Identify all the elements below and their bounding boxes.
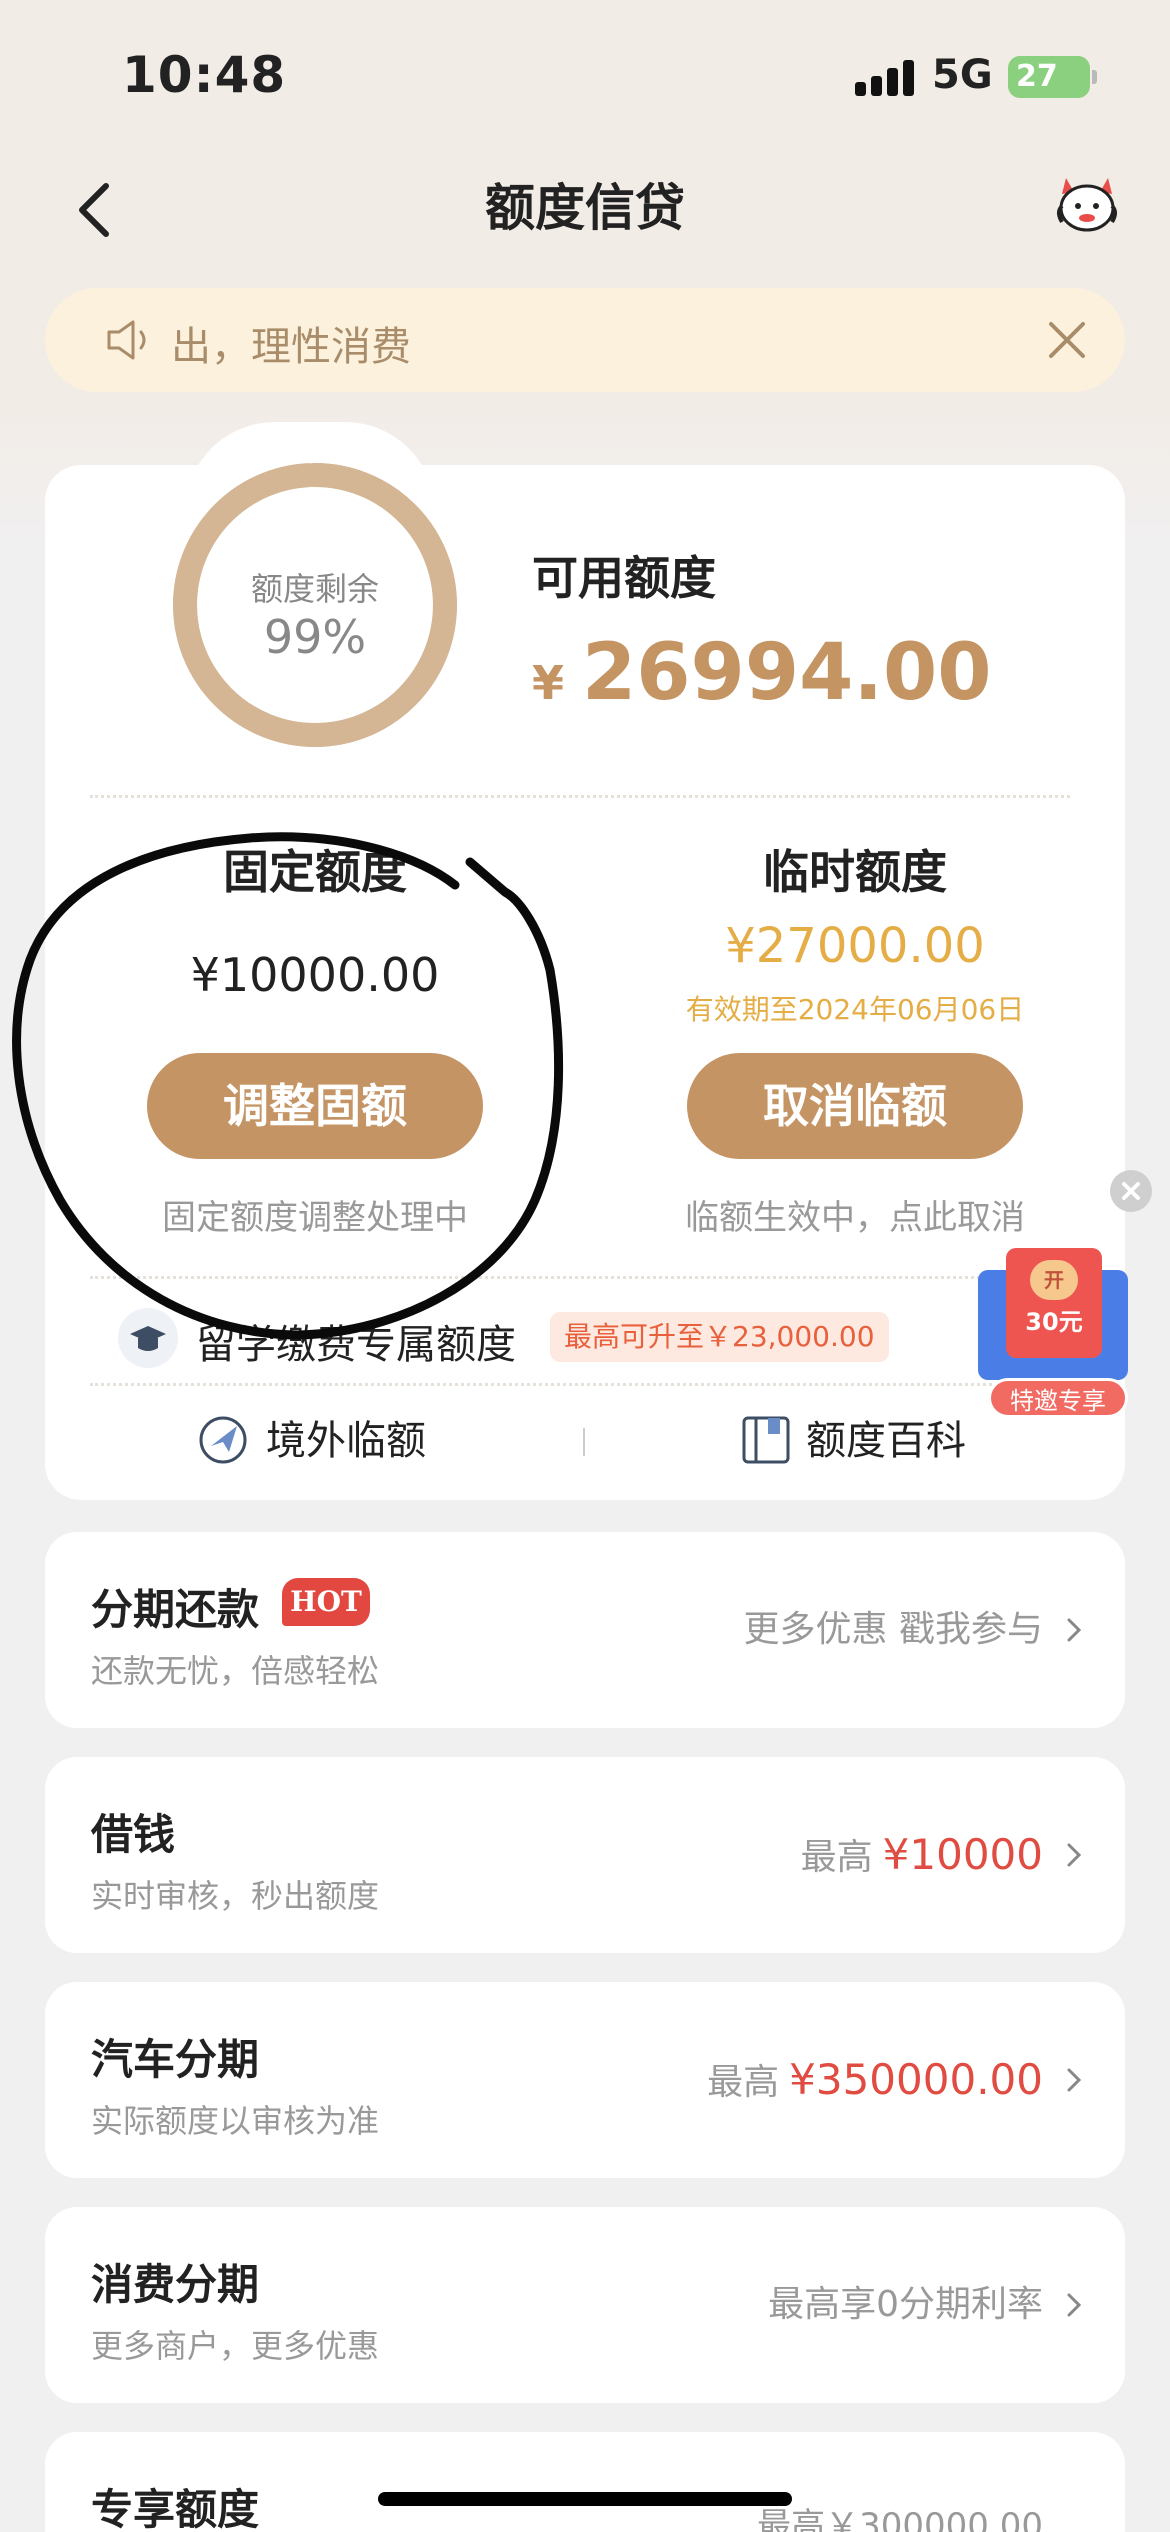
network-label: 5G bbox=[932, 52, 993, 98]
list-item-right-text: 最高 ¥10000 bbox=[801, 1757, 1043, 1953]
list-item-car-installment[interactable]: 汽车分期 实际额度以审核为准 最高 ¥350000.00 bbox=[45, 1982, 1125, 2178]
divider bbox=[90, 1383, 1070, 1386]
list-item-right-text: 最高 ¥350000.00 bbox=[707, 1982, 1043, 2178]
credit-wiki-link[interactable]: 额度百科 bbox=[806, 1408, 966, 1466]
list-item-right-text: 最高￥300000.00 bbox=[757, 2486, 1043, 2532]
divider bbox=[583, 1428, 585, 1456]
list-item-right-text: 更多优惠 戳我参与 bbox=[744, 1532, 1043, 1728]
list-item-exclusive-limit[interactable]: 专享额度 最高￥300000.00 bbox=[45, 2432, 1125, 2532]
temp-status-link[interactable]: 临额生效中，点此取消 bbox=[655, 1190, 1055, 1239]
study-abroad-tag: 最高可升至￥23,000.00 bbox=[550, 1312, 889, 1362]
fixed-limit-title: 固定额度 bbox=[223, 845, 407, 899]
available-label: 可用额度 bbox=[532, 551, 716, 605]
hot-badge: HOT bbox=[282, 1578, 370, 1626]
mascot-icon[interactable] bbox=[1052, 172, 1122, 236]
temp-limit-title: 临时额度 bbox=[763, 845, 947, 899]
list-item-title: 借钱 bbox=[91, 1810, 176, 1859]
close-icon[interactable] bbox=[1045, 318, 1089, 362]
list-item-title: 汽车分期 bbox=[91, 2035, 260, 2084]
promo-tag: 特邀专享 bbox=[988, 1378, 1128, 1418]
ring-percent: 99% bbox=[263, 610, 367, 664]
fixed-status-text: 固定额度调整处理中 bbox=[162, 1198, 468, 1238]
list-item-title: 分期还款 bbox=[91, 1585, 260, 1634]
list-item-subtitle: 实际额度以审核为准 bbox=[91, 2102, 380, 2140]
chevron-right-icon bbox=[1067, 2068, 1082, 2092]
right-label: 最高享0分期利率 bbox=[768, 2284, 1043, 2325]
list-item-consumer-installment[interactable]: 消费分期 更多商户，更多优惠 最高享0分期利率 bbox=[45, 2207, 1125, 2403]
chevron-right-icon bbox=[1067, 2293, 1082, 2317]
battery-level: 27 bbox=[1016, 59, 1058, 94]
fixed-limit-amount: ¥10000.00 bbox=[190, 948, 440, 1002]
list-item-title: 专享额度 bbox=[91, 2485, 260, 2532]
signal-icon bbox=[855, 60, 915, 96]
list-item-installment-repay[interactable]: 分期还款 HOT 还款无忧，倍感轻松 更多优惠 戳我参与 bbox=[45, 1532, 1125, 1728]
promo-widget[interactable]: 开 30元 特邀专享 bbox=[958, 1240, 1154, 1420]
page-title: 额度信贷 bbox=[485, 179, 685, 237]
speaker-icon bbox=[107, 320, 146, 360]
right-label: 更多优惠 戳我参与 bbox=[743, 1609, 1043, 1650]
list-item-right-text: 最高享0分期利率 bbox=[768, 2207, 1043, 2403]
home-indicator bbox=[378, 2492, 792, 2506]
list-item-subtitle: 还款无忧，倍感轻松 bbox=[91, 1652, 380, 1690]
book-icon bbox=[742, 1416, 790, 1464]
currency-symbol: ¥ bbox=[532, 656, 565, 710]
temp-limit-amount: ¥27000.00 bbox=[725, 918, 985, 974]
plane-icon bbox=[199, 1416, 247, 1464]
temp-limit-expiry: 有效期至2024年06月06日 bbox=[685, 993, 1025, 1026]
chevron-right-icon bbox=[1067, 1843, 1082, 1867]
status-bar: 10:48 5G 27 bbox=[0, 0, 1170, 150]
chevron-right-icon bbox=[1067, 1618, 1082, 1642]
right-label: 最高 bbox=[707, 2062, 780, 2103]
study-abroad-link[interactable]: 留学缴费专属额度 bbox=[196, 1312, 516, 1370]
promo-close-icon[interactable] bbox=[1110, 1170, 1152, 1212]
graduation-cap-icon bbox=[118, 1308, 178, 1368]
adjust-fixed-button[interactable]: 调整固额 bbox=[147, 1053, 483, 1159]
right-amount: ¥10000 bbox=[882, 1830, 1043, 1879]
battery-icon: 27 bbox=[1008, 56, 1097, 98]
ring-label: 额度剩余 bbox=[250, 570, 379, 608]
divider bbox=[90, 795, 1070, 798]
right-label: 最高 bbox=[800, 1837, 873, 1878]
promo-coin: 开 bbox=[1030, 1260, 1078, 1300]
list-item-borrow[interactable]: 借钱 实时审核，秒出额度 最高 ¥10000 bbox=[45, 1757, 1125, 1953]
right-amount: ¥350000.00 bbox=[789, 2055, 1043, 2104]
notice-bar[interactable]: 出，理性消费 bbox=[45, 288, 1125, 392]
available-amount: ¥26994.00 bbox=[532, 628, 992, 718]
divider bbox=[90, 1276, 1070, 1279]
available-value: 26994.00 bbox=[582, 628, 992, 718]
list-item-title: 消费分期 bbox=[91, 2260, 260, 2309]
right-label: 最高￥300000.00 bbox=[757, 2506, 1043, 2532]
cancel-temp-button[interactable]: 取消临额 bbox=[687, 1053, 1023, 1159]
status-time: 10:48 bbox=[122, 46, 287, 104]
list-item-subtitle: 实时审核，秒出额度 bbox=[91, 1877, 380, 1915]
promo-value: 30元 bbox=[1025, 1308, 1083, 1336]
overseas-temp-link[interactable]: 境外临额 bbox=[266, 1408, 426, 1466]
notice-text: 出，理性消费 bbox=[171, 324, 411, 370]
list-item-subtitle: 更多商户，更多优惠 bbox=[91, 2327, 380, 2365]
